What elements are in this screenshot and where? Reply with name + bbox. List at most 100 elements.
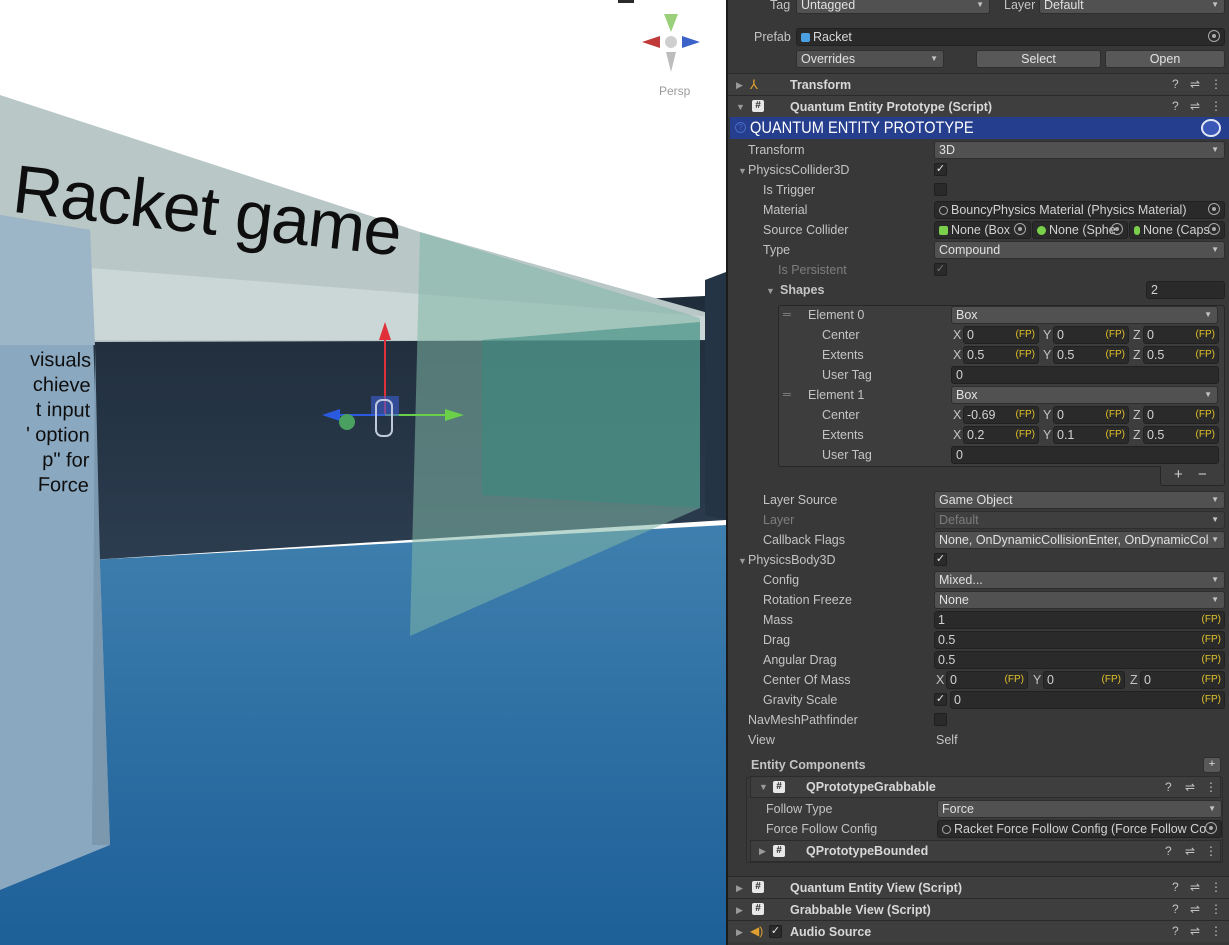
mass-field[interactable]: 1 (FP) <box>934 611 1225 629</box>
collider-enabled-checkbox[interactable]: ✓ <box>934 163 947 176</box>
config-dropdown[interactable]: Mixed... <box>934 571 1225 589</box>
qep-component-header[interactable]: ▼ # Quantum Entity Prototype (Script) ? … <box>728 95 1229 117</box>
collapsed-arrow-icon[interactable]: ▶ <box>736 927 743 938</box>
extents-y-field[interactable]: 0.1 (FP) <box>1053 426 1129 444</box>
object-picker-icon[interactable] <box>1205 822 1217 834</box>
collider-foldout-icon[interactable]: ▼ <box>738 166 747 176</box>
help-icon[interactable]: ? <box>1172 924 1179 938</box>
add-element-button[interactable]: + <box>1174 466 1183 483</box>
help-icon[interactable]: ? <box>1172 902 1179 916</box>
transform-component-header[interactable]: ▶ ⅄ Transform ? ⇌ ⋮ <box>728 73 1229 95</box>
collider-type-dropdown[interactable]: Compound <box>934 241 1225 259</box>
collapsed-arrow-icon[interactable]: ▶ <box>736 883 743 894</box>
preset-icon[interactable]: ⇌ <box>1190 924 1200 938</box>
gravity-scale-field[interactable]: 0 (FP) <box>950 691 1225 709</box>
layer-source-dropdown[interactable]: Game Object <box>934 491 1225 509</box>
context-menu-icon[interactable]: ⋮ <box>1210 77 1222 91</box>
angular-drag-field[interactable]: 0.5 (FP) <box>934 651 1225 669</box>
shapes-count-field[interactable]: 2 <box>1146 281 1225 299</box>
open-button[interactable]: Open <box>1105 50 1225 68</box>
extents-y-field[interactable]: 0.5 (FP) <box>1053 346 1129 364</box>
preset-icon[interactable]: ⇌ <box>1185 780 1195 794</box>
body-foldout-icon[interactable]: ▼ <box>738 556 747 566</box>
context-menu-icon[interactable]: ⋮ <box>1210 924 1222 938</box>
help-icon[interactable]: ? <box>1172 880 1179 894</box>
source-sphere-field[interactable]: None (Sphe <box>1032 221 1128 239</box>
drag-handle-icon[interactable]: ═ <box>783 309 791 321</box>
object-picker-icon[interactable] <box>1208 203 1220 215</box>
gravity-scale-checkbox[interactable]: ✓ <box>934 693 947 706</box>
preset-icon[interactable]: ⇌ <box>1190 77 1200 91</box>
question-icon[interactable]: ? <box>735 122 746 133</box>
tag-dropdown[interactable]: Untagged <box>796 0 990 14</box>
extents-z-field[interactable]: 0.5 (FP) <box>1143 426 1219 444</box>
context-menu-icon[interactable]: ⋮ <box>1205 844 1217 858</box>
context-menu-icon[interactable]: ⋮ <box>1205 780 1217 794</box>
center-y-field[interactable]: 0 (FP) <box>1053 406 1129 424</box>
camera-mode-label[interactable]: Persp <box>659 84 690 98</box>
navmesh-checkbox[interactable] <box>934 713 947 726</box>
user-tag-field[interactable]: 0 <box>951 366 1219 384</box>
grabbable-component-header[interactable]: ▼ # QPrototypeGrabbable ? ⇌ ⋮ <box>750 776 1221 798</box>
callback-flags-dropdown[interactable]: None, OnDynamicCollisionEnter, OnDynamic… <box>934 531 1225 549</box>
object-picker-icon[interactable] <box>1208 30 1220 42</box>
collapsed-arrow-icon[interactable]: ▶ <box>759 846 766 857</box>
element-shape-dropdown[interactable]: Box <box>951 306 1218 324</box>
object-picker-icon[interactable] <box>1208 223 1220 235</box>
add-component-button[interactable]: + <box>1203 757 1221 773</box>
layer-dropdown[interactable]: Default <box>1039 0 1225 14</box>
help-icon[interactable]: ? <box>1172 77 1179 91</box>
context-menu-icon[interactable]: ⋮ <box>1210 99 1222 113</box>
body-enabled-checkbox[interactable]: ✓ <box>934 553 947 566</box>
com-y-field[interactable]: 0 (FP) <box>1043 671 1125 689</box>
center-z-field[interactable]: 0 (FP) <box>1143 406 1219 424</box>
prefab-field[interactable]: Racket <box>796 28 1225 46</box>
collapsed-arrow-icon[interactable]: ▶ <box>736 905 743 916</box>
source-capsule-field[interactable]: None (Caps <box>1129 221 1225 239</box>
context-menu-icon[interactable]: ⋮ <box>1210 902 1222 916</box>
context-menu-icon[interactable]: ⋮ <box>1210 880 1222 894</box>
preset-icon[interactable]: ⇌ <box>1190 880 1200 894</box>
audio-source-enabled-checkbox[interactable]: ✓ <box>769 925 782 938</box>
expanded-arrow-icon[interactable]: ▼ <box>736 102 745 112</box>
preset-icon[interactable]: ⇌ <box>1190 902 1200 916</box>
center-z-field[interactable]: 0 (FP) <box>1143 326 1219 344</box>
extents-z-field[interactable]: 0.5 (FP) <box>1143 346 1219 364</box>
rotation-freeze-dropdown[interactable]: None <box>934 591 1225 609</box>
center-x-field[interactable]: -0.69 (FP) <box>963 406 1039 424</box>
preset-icon[interactable]: ⇌ <box>1185 844 1195 858</box>
drag-field[interactable]: 0.5 (FP) <box>934 631 1225 649</box>
bounded-component-header[interactable]: ▶ # QPrototypeBounded ? ⇌ ⋮ <box>750 840 1221 862</box>
com-z-field[interactable]: 0 (FP) <box>1140 671 1225 689</box>
audio-source-component-header[interactable]: ▶ ◀) ✓ Audio Source ? ⇌ ⋮ <box>728 920 1229 942</box>
drag-handle-icon[interactable]: ═ <box>783 389 791 401</box>
center-y-field[interactable]: 0 (FP) <box>1053 326 1129 344</box>
force-follow-config-field[interactable]: Racket Force Follow Config (Force Follow… <box>937 820 1222 838</box>
object-picker-icon[interactable] <box>1014 223 1026 235</box>
help-icon[interactable]: ? <box>1165 844 1172 858</box>
follow-type-dropdown[interactable]: Force <box>937 800 1222 818</box>
help-icon[interactable]: ? <box>1165 780 1172 794</box>
shapes-foldout-icon[interactable]: ▼ <box>766 286 775 296</box>
preset-icon[interactable]: ⇌ <box>1190 99 1200 113</box>
collapsed-arrow-icon[interactable]: ▶ <box>736 80 743 91</box>
extents-x-field[interactable]: 0.2 (FP) <box>963 426 1039 444</box>
remove-element-button[interactable]: − <box>1198 466 1207 483</box>
select-button[interactable]: Select <box>976 50 1101 68</box>
entity-view-component-header[interactable]: ▶ # Quantum Entity View (Script) ? ⇌ ⋮ <box>728 876 1229 898</box>
grabbable-view-component-header[interactable]: ▶ # Grabbable View (Script) ? ⇌ ⋮ <box>728 898 1229 920</box>
center-x-field[interactable]: 0 (FP) <box>963 326 1039 344</box>
element-shape-dropdown[interactable]: Box <box>951 386 1218 404</box>
object-picker-icon[interactable] <box>1111 223 1123 235</box>
material-field[interactable]: BouncyPhysics Material (Physics Material… <box>934 201 1225 219</box>
scene-view[interactable]: Racket game visuals chieve t input ' opt… <box>0 0 726 945</box>
overrides-dropdown[interactable]: Overrides <box>796 50 944 68</box>
transform-mode-dropdown[interactable]: 3D <box>934 141 1225 159</box>
expanded-arrow-icon[interactable]: ▼ <box>759 782 768 792</box>
extents-x-field[interactable]: 0.5 (FP) <box>963 346 1039 364</box>
help-icon[interactable]: ? <box>1172 99 1179 113</box>
is-trigger-checkbox[interactable] <box>934 183 947 196</box>
user-tag-field[interactable]: 0 <box>951 446 1219 464</box>
com-x-field[interactable]: 0 (FP) <box>946 671 1028 689</box>
source-box-field[interactable]: None (Box <box>934 221 1031 239</box>
